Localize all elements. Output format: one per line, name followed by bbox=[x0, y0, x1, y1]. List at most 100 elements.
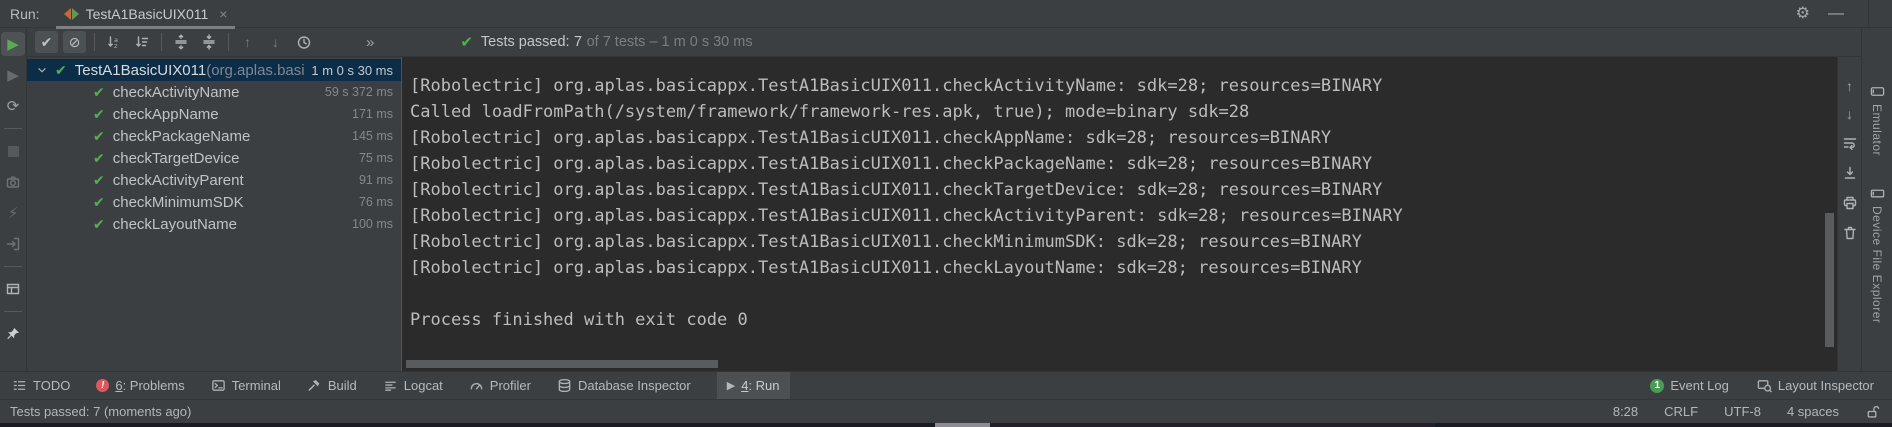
gear-icon[interactable]: ⚙ bbox=[1796, 6, 1810, 22]
show-ignored-button[interactable]: ⊘ bbox=[63, 31, 86, 53]
terminal-tool-button[interactable]: Terminal bbox=[211, 372, 281, 399]
test-row[interactable]: ✔ checkActivityParent 91 ms bbox=[27, 169, 401, 191]
test-row[interactable]: ✔ checkMinimumSDK 76 ms bbox=[27, 191, 401, 213]
camera-icon bbox=[5, 174, 21, 190]
bottom-bar-right: 1 Event Log Layout Inspector bbox=[1650, 378, 1880, 393]
android-test-icon bbox=[64, 8, 79, 20]
profiler-tool-button[interactable]: Profiler bbox=[469, 372, 531, 399]
show-passed-button[interactable]: ✔ bbox=[35, 31, 58, 53]
hammer-icon bbox=[307, 378, 322, 393]
console-line: [Robolectric] org.aplas.basicappx.TestA1… bbox=[410, 151, 1837, 177]
status-message: Tests passed: 7 (moments ago) bbox=[10, 404, 191, 419]
test-row[interactable]: ✔ checkLayoutName 100 ms bbox=[27, 213, 401, 235]
clear-all-trash-icon[interactable] bbox=[1842, 225, 1858, 241]
event-log-button[interactable]: 1 Event Log bbox=[1650, 378, 1729, 393]
test-suite-row[interactable]: ✔ TestA1BasicUIX011 (org.aplas.basi 1 m … bbox=[27, 59, 401, 81]
rerun-tests-button[interactable]: ▶ bbox=[1, 32, 25, 56]
play-icon: ▶ bbox=[7, 37, 19, 52]
test-duration: 76 ms bbox=[359, 195, 401, 209]
up-arrow-icon: ↑ bbox=[244, 35, 251, 49]
taskbar-sliver bbox=[0, 423, 1892, 427]
toggle-auto-test-button[interactable]: ⟳ bbox=[1, 94, 25, 118]
previous-failed-test-button[interactable]: ↑ bbox=[236, 31, 259, 53]
logcat-label: Logcat bbox=[404, 378, 443, 393]
problems-mnemonic: 6 bbox=[115, 378, 122, 393]
emulator-phone-icon bbox=[1870, 84, 1885, 99]
hide-tool-window-icon[interactable]: — bbox=[1828, 6, 1844, 22]
run-window-header: Run: TestA1BasicUIX011 × ⚙ — bbox=[0, 0, 1892, 28]
run-config-tab-title: TestA1BasicUIX011 bbox=[86, 6, 209, 22]
console-line: [Robolectric] org.aplas.basicappx.TestA1… bbox=[410, 125, 1837, 151]
test-row[interactable]: ✔ checkTargetDevice 75 ms bbox=[27, 147, 401, 169]
indent-setting[interactable]: 4 spaces bbox=[1787, 404, 1839, 419]
scroll-down-icon[interactable]: ↓ bbox=[1846, 107, 1853, 121]
test-passed-icon: ✔ bbox=[55, 62, 67, 79]
test-row[interactable]: ✔ checkPackageName 145 ms bbox=[27, 125, 401, 147]
caret-position[interactable]: 8:28 bbox=[1613, 404, 1638, 419]
expand-all-button[interactable] bbox=[169, 31, 192, 53]
database-icon bbox=[557, 378, 572, 393]
suite-package: (org.aplas.basi bbox=[206, 62, 304, 79]
problems-label: : Problems bbox=[123, 378, 185, 393]
vertical-scrollbar[interactable] bbox=[1825, 213, 1834, 347]
test-name: checkPackageName bbox=[113, 128, 251, 145]
run-tool-button-active[interactable]: ▶ 4: Run bbox=[717, 372, 790, 399]
run-config-tab[interactable]: TestA1BasicUIX011 × bbox=[56, 1, 236, 27]
logcat-tool-button[interactable]: Logcat bbox=[383, 372, 443, 399]
tests-passed-count: 7 bbox=[574, 34, 582, 50]
test-row[interactable]: ✔ checkAppName 171 ms bbox=[27, 103, 401, 125]
separator bbox=[4, 128, 22, 129]
layout-inspector-button[interactable]: Layout Inspector bbox=[1757, 378, 1874, 393]
scroll-to-end-icon[interactable] bbox=[1842, 165, 1858, 181]
database-inspector-tool-button[interactable]: Database Inspector bbox=[557, 372, 691, 399]
close-icon[interactable]: × bbox=[219, 6, 227, 22]
console-line: [Robolectric] org.aplas.basicappx.TestA1… bbox=[410, 203, 1837, 229]
file-encoding[interactable]: UTF-8 bbox=[1724, 404, 1761, 419]
unlock-icon[interactable] bbox=[1865, 404, 1880, 419]
device-file-explorer-label: Device File Explorer bbox=[1870, 206, 1884, 323]
run-window-body: ▶ ▶ ⟳ ⚡ ✔ ⊘ bbox=[0, 28, 1892, 371]
chevron-down-icon[interactable] bbox=[35, 63, 49, 77]
line-ending[interactable]: CRLF bbox=[1664, 404, 1698, 419]
test-duration: 100 ms bbox=[352, 217, 401, 231]
soft-wrap-icon[interactable] bbox=[1842, 135, 1858, 151]
test-name: checkTargetDevice bbox=[113, 150, 240, 167]
android-studio-run-tool-window: Run: TestA1BasicUIX011 × ⚙ — ▶ ▶ ⟳ ⚡ bbox=[0, 0, 1892, 427]
expand-all-icon bbox=[173, 34, 189, 50]
device-file-explorer-stripe-button[interactable]: Device File Explorer bbox=[1870, 186, 1885, 323]
pin-tab-button[interactable] bbox=[1, 322, 25, 346]
build-tool-button[interactable]: Build bbox=[307, 372, 357, 399]
todo-tool-button[interactable]: TODO bbox=[12, 372, 70, 399]
console-toolbar: ↑ ↓ bbox=[1837, 57, 1861, 371]
console-line: [Robolectric] org.aplas.basicappx.TestA1… bbox=[410, 229, 1837, 255]
separator bbox=[161, 33, 162, 51]
layout-icon bbox=[5, 281, 21, 297]
collapse-all-button[interactable] bbox=[197, 31, 220, 53]
test-toolbar: ✔ ⊘ az ↑ ↓ bbox=[27, 28, 1861, 57]
layout-inspector-label: Layout Inspector bbox=[1778, 378, 1874, 393]
test-duration: 91 ms bbox=[359, 173, 401, 187]
rerun-failed-tests-button[interactable]: ▶ bbox=[1, 63, 25, 87]
sort-alphabetically-button[interactable]: az bbox=[102, 31, 125, 53]
horizontal-scrollbar[interactable] bbox=[406, 360, 718, 368]
scroll-up-icon[interactable]: ↑ bbox=[1846, 79, 1853, 93]
test-name: checkMinimumSDK bbox=[113, 194, 244, 211]
problems-tool-button[interactable]: ! 6: Problems bbox=[96, 372, 184, 399]
emulator-stripe-button[interactable]: Emulator bbox=[1870, 84, 1885, 156]
apply-changes-button[interactable]: ⚡ bbox=[1, 201, 25, 225]
right-tool-window-stripe: Emulator Device File Explorer bbox=[1861, 28, 1892, 371]
screenshot-button[interactable] bbox=[1, 170, 25, 194]
stop-button[interactable] bbox=[1, 139, 25, 163]
next-failed-test-button[interactable]: ↓ bbox=[264, 31, 287, 53]
import-test-results-button[interactable] bbox=[1, 232, 25, 256]
test-console-output[interactable]: [Robolectric] org.aplas.basicappx.TestA1… bbox=[402, 57, 1837, 371]
more-actions-icon[interactable]: » bbox=[366, 34, 374, 51]
sort-by-duration-button[interactable] bbox=[130, 31, 153, 53]
test-passed-icon: ✔ bbox=[93, 106, 105, 123]
collapse-all-icon bbox=[201, 34, 217, 50]
restore-layout-button[interactable] bbox=[1, 277, 25, 301]
print-icon[interactable] bbox=[1842, 195, 1858, 211]
down-arrow-icon: ↓ bbox=[272, 35, 279, 49]
test-row[interactable]: ✔ checkActivityName 59 s 372 ms bbox=[27, 81, 401, 103]
test-history-button[interactable] bbox=[292, 31, 315, 53]
